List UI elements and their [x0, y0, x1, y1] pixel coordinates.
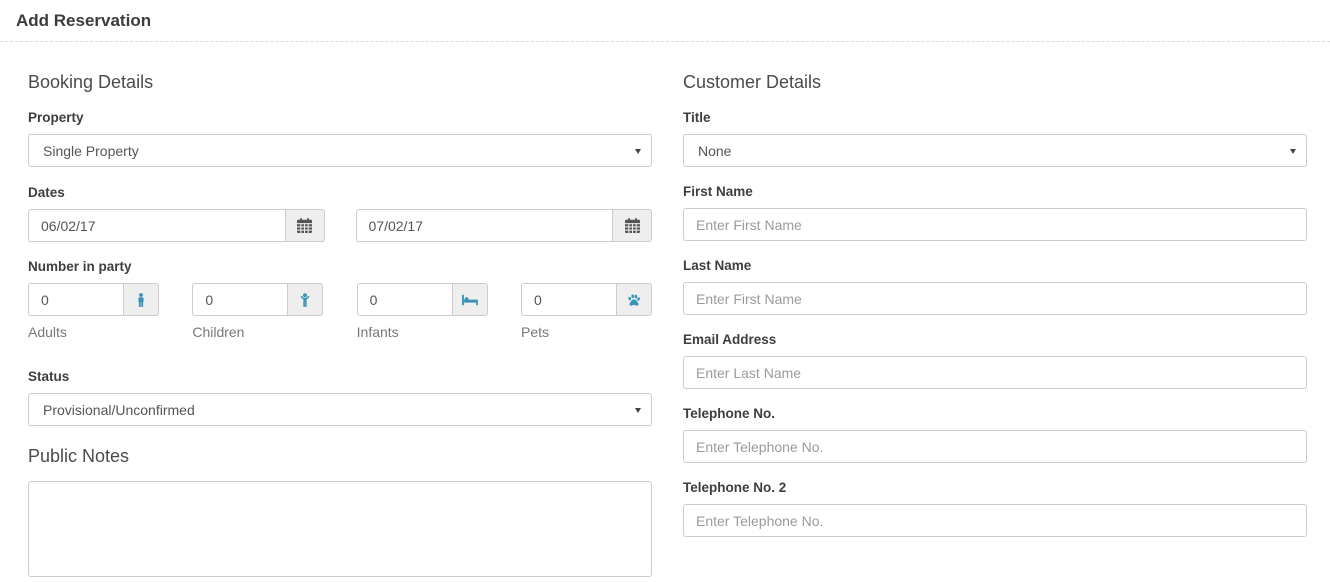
pets-input[interactable]	[521, 283, 616, 316]
title-select[interactable]: None	[683, 134, 1307, 167]
chevron-down-icon	[635, 149, 641, 154]
form-content: Booking Details Property Single Property…	[0, 42, 1330, 582]
start-date-calendar-button[interactable]	[285, 209, 325, 242]
telephone2-row: Telephone No. 2	[683, 480, 1307, 537]
paw-icon	[627, 293, 641, 307]
children-label: Children	[192, 324, 323, 340]
property-label: Property	[28, 110, 652, 125]
number-in-party-label: Number in party	[28, 259, 652, 274]
bed-icon	[462, 294, 478, 306]
pets-label: Pets	[521, 324, 652, 340]
end-date-group	[356, 209, 653, 242]
last-name-input[interactable]	[683, 282, 1307, 315]
telephone-input[interactable]	[683, 430, 1307, 463]
email-address-label: Email Address	[683, 332, 1307, 347]
infants-input[interactable]	[357, 283, 452, 316]
email-address-row: Email Address	[683, 332, 1307, 389]
pets-addon	[616, 283, 652, 316]
page-title: Add Reservation	[16, 11, 1314, 30]
customer-details-column: Customer Details Title None First Name L…	[683, 72, 1307, 582]
dates-row	[28, 209, 652, 242]
adults-field: Adults	[28, 283, 159, 340]
title-label: Title	[683, 110, 1307, 125]
email-address-input[interactable]	[683, 356, 1307, 389]
adults-input[interactable]	[28, 283, 123, 316]
telephone-row: Telephone No.	[683, 406, 1307, 463]
adults-addon	[123, 283, 159, 316]
start-date-group	[28, 209, 325, 242]
first-name-input[interactable]	[683, 208, 1307, 241]
dates-label: Dates	[28, 185, 652, 200]
children-input[interactable]	[192, 283, 287, 316]
first-name-label: First Name	[683, 184, 1307, 199]
status-select-value: Provisional/Unconfirmed	[43, 402, 195, 418]
calendar-icon	[297, 218, 312, 233]
adults-label: Adults	[28, 324, 159, 340]
customer-details-heading: Customer Details	[683, 72, 1307, 93]
telephone2-label: Telephone No. 2	[683, 480, 1307, 495]
children-addon	[287, 283, 323, 316]
property-select[interactable]: Single Property	[28, 134, 652, 167]
telephone2-input[interactable]	[683, 504, 1307, 537]
booking-details-heading: Booking Details	[28, 72, 652, 93]
last-name-row: Last Name	[683, 258, 1307, 315]
chevron-down-icon	[1290, 149, 1296, 154]
end-date-input[interactable]	[356, 209, 613, 242]
status-select[interactable]: Provisional/Unconfirmed	[28, 393, 652, 426]
infants-field: Infants	[357, 283, 488, 340]
children-field: Children	[192, 283, 323, 340]
public-notes-textarea[interactable]	[28, 481, 652, 577]
first-name-row: First Name	[683, 184, 1307, 241]
calendar-icon	[625, 218, 640, 233]
last-name-label: Last Name	[683, 258, 1307, 273]
page-header: Add Reservation	[0, 0, 1330, 30]
end-date-calendar-button[interactable]	[612, 209, 652, 242]
child-icon	[298, 293, 312, 307]
property-select-value: Single Property	[43, 143, 139, 159]
public-notes-heading: Public Notes	[28, 446, 652, 467]
chevron-down-icon	[635, 408, 641, 413]
male-icon	[134, 293, 148, 307]
booking-details-column: Booking Details Property Single Property…	[28, 72, 652, 582]
infants-label: Infants	[357, 324, 488, 340]
status-label: Status	[28, 369, 652, 384]
telephone-label: Telephone No.	[683, 406, 1307, 421]
pets-field: Pets	[521, 283, 652, 340]
number-in-party-row: Adults	[28, 283, 652, 340]
start-date-input[interactable]	[28, 209, 285, 242]
title-select-value: None	[698, 143, 731, 159]
infants-addon	[452, 283, 488, 316]
